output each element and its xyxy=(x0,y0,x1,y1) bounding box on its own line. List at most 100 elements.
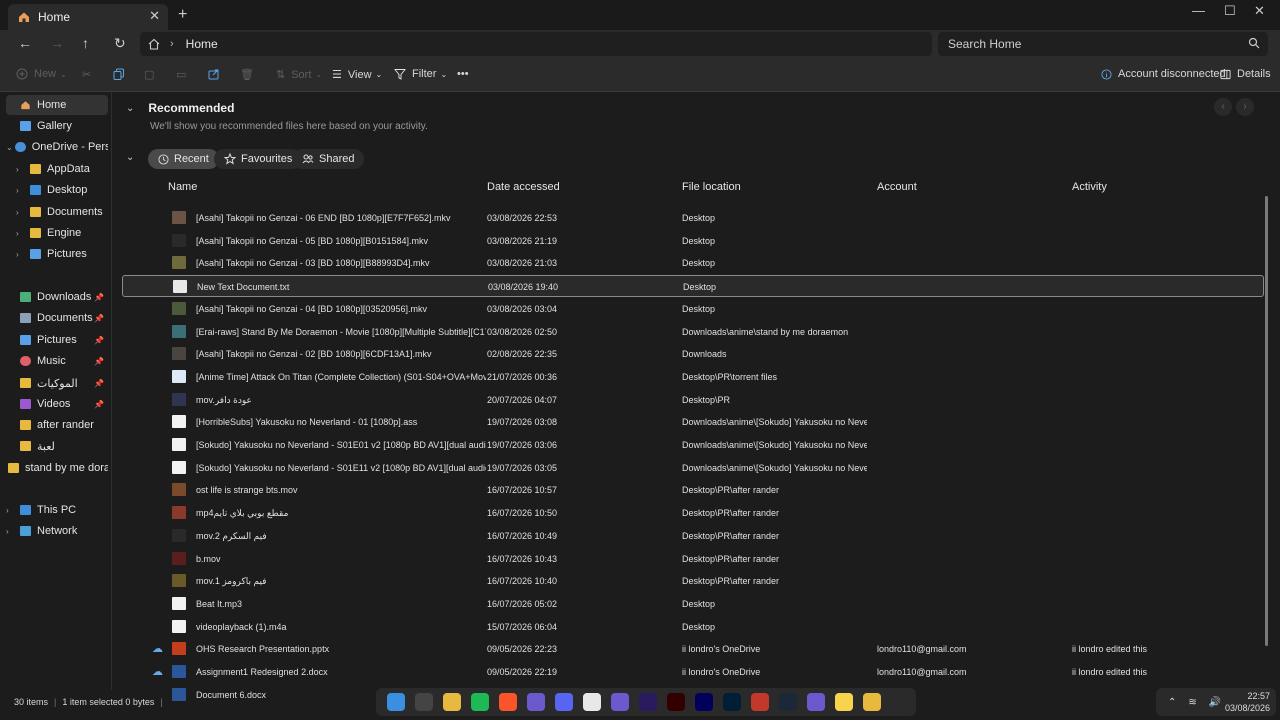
sidebar-item-documents[interactable]: › Documents xyxy=(16,202,111,222)
sidebar-item-downloads[interactable]: Downloads 📌 xyxy=(6,287,108,307)
sidebar-item-network[interactable]: › Network xyxy=(6,521,108,541)
app-icon[interactable] xyxy=(611,693,629,711)
minimize-button[interactable]: — xyxy=(1192,3,1205,18)
chevron-right-icon[interactable]: › xyxy=(16,250,28,259)
chevron-right-icon[interactable]: › xyxy=(16,165,28,174)
refresh-button[interactable]: ↻ xyxy=(114,35,126,52)
file-row[interactable]: mov.1 فيم باكرومز 16/07/2026 10:40 Desktop… xyxy=(122,570,1264,592)
file-row[interactable]: [Asahi] Takopii no Genzai - 03 [BD 1080p… xyxy=(122,252,1264,274)
file-row[interactable]: [Asahi] Takopii no Genzai - 06 END [BD 1… xyxy=(122,207,1264,229)
back-button[interactable]: ← xyxy=(18,35,32,51)
file-row[interactable]: [Asahi] Takopii no Genzai - 02 [BD 1080p… xyxy=(122,343,1264,365)
up-button[interactable]: ↑ xyxy=(82,35,89,51)
column-header-name[interactable]: Name xyxy=(168,181,197,193)
app-icon[interactable] xyxy=(527,693,545,711)
discord-icon[interactable] xyxy=(555,693,573,711)
tab-shared[interactable]: Shared xyxy=(292,149,365,169)
sidebar-item-pictures[interactable]: › Pictures xyxy=(16,244,111,264)
more-options-button[interactable]: ••• xyxy=(457,68,469,80)
column-header-account[interactable]: Account xyxy=(877,181,917,193)
spotify-icon[interactable] xyxy=(471,693,489,711)
chevron-right-icon[interactable]: › xyxy=(16,208,28,217)
sidebar-item-this-pc[interactable]: › This PC xyxy=(6,500,108,520)
new-tab-button[interactable]: + xyxy=(178,6,187,24)
details-button[interactable]: Details xyxy=(1220,68,1271,80)
search-box[interactable] xyxy=(938,32,1268,56)
filter-button[interactable]: Filter ⌄ xyxy=(394,68,447,80)
next-page-button[interactable]: › xyxy=(1236,98,1254,116)
file-row[interactable]: ☁ OHS Research Presentation.pptx 09/05/202… xyxy=(122,638,1264,660)
tab-home[interactable]: Home ✕ xyxy=(8,4,168,30)
app-icon[interactable] xyxy=(807,693,825,711)
tab-close-button[interactable]: ✕ xyxy=(149,8,160,24)
sidebar-item-home[interactable]: Home xyxy=(6,95,108,115)
voicemeeter-icon[interactable] xyxy=(751,693,769,711)
tab-recent[interactable]: Recent xyxy=(148,149,219,169)
file-row[interactable]: ☁ Assignment1 Redesigned 2.docx 09/05/2026… xyxy=(122,661,1264,683)
previous-page-button[interactable]: ‹ xyxy=(1214,98,1232,116)
search-icon[interactable] xyxy=(415,693,433,711)
chevron-down-icon[interactable]: ⌄ xyxy=(126,152,134,163)
column-header-activity[interactable]: Activity xyxy=(1072,181,1107,193)
sidebar-item-folder-2[interactable]: لعبة xyxy=(6,436,108,456)
sidebar-item-music[interactable]: Music 📌 xyxy=(6,351,108,371)
chevron-up-icon[interactable]: ⌃ xyxy=(1168,697,1176,708)
quick-access-collapse[interactable]: ⌄ xyxy=(126,152,148,163)
sidebar-item-folder-1[interactable]: الموكيات 📌 xyxy=(6,373,108,393)
file-row[interactable]: [Asahi] Takopii no Genzai - 05 [BD 1080p… xyxy=(122,230,1264,252)
file-row[interactable]: [Sokudo] Yakusoku no Neverland - S01E11 … xyxy=(122,457,1264,479)
chevron-right-icon[interactable]: › xyxy=(16,186,28,195)
premiere-icon[interactable] xyxy=(695,693,713,711)
file-row[interactable]: [Anime Time] Attack On Titan (Complete C… xyxy=(122,366,1264,388)
file-row[interactable]: mov.عودة دافر 20/07/2026 04:07 Desktop\PR xyxy=(122,389,1264,411)
vertical-scrollbar[interactable] xyxy=(1265,196,1268,646)
file-row[interactable]: [HorribleSubs] Yakusoku no Neverland - 0… xyxy=(122,411,1264,433)
rename-icon[interactable]: ▭ xyxy=(176,68,186,81)
search-icon[interactable] xyxy=(1248,37,1260,49)
share-icon[interactable] xyxy=(208,68,226,80)
wifi-icon[interactable]: ≋ xyxy=(1188,697,1196,708)
sidebar-item-appdata[interactable]: › AppData xyxy=(16,159,111,179)
breadcrumb[interactable]: Home xyxy=(186,37,218,51)
copy-icon[interactable] xyxy=(113,68,131,80)
tab-favourites[interactable]: Favourites xyxy=(214,149,303,169)
file-row[interactable]: [Sokudo] Yakusoku no Neverland - S01E01 … xyxy=(122,434,1264,456)
file-row[interactable]: [Erai-raws] Stand By Me Doraemon - Movie… xyxy=(122,321,1264,343)
file-row[interactable]: [Asahi] Takopii no Genzai - 04 [BD 1080p… xyxy=(122,298,1264,320)
account-status[interactable]: Account disconnected xyxy=(1101,68,1226,80)
sidebar-item-gallery[interactable]: Gallery xyxy=(6,116,108,136)
chevron-right-icon[interactable]: › xyxy=(6,506,18,515)
file-row[interactable]: New Text Document.txt 03/08/2026 19:40 Des… xyxy=(122,275,1264,298)
forward-button[interactable]: → xyxy=(50,35,64,51)
sidebar-item-desktop[interactable]: › Desktop xyxy=(16,180,111,200)
sticky-notes-icon[interactable] xyxy=(835,693,853,711)
file-row[interactable]: mov.2 فيم السكرم 16/07/2026 10:49 Desktop\… xyxy=(122,525,1264,547)
file-row[interactable]: ost life is strange bts.mov 16/07/2026 10… xyxy=(122,479,1264,501)
delete-icon[interactable]: 🗑 xyxy=(240,68,254,81)
close-window-button[interactable]: ✕ xyxy=(1254,3,1265,19)
steam-icon[interactable] xyxy=(779,693,797,711)
sidebar-item-onedrive[interactable]: ⌄ OneDrive - Persona xyxy=(6,137,108,157)
chevron-down-icon[interactable]: ⌄ xyxy=(126,103,134,114)
file-row[interactable]: videoplayback (1).m4a 15/07/2026 06:04 Des… xyxy=(122,616,1264,638)
recommended-header[interactable]: ⌄ Recommended xyxy=(126,101,234,115)
chevron-right-icon[interactable]: › xyxy=(16,229,28,238)
sort-button[interactable]: ⇅ Sort ⌄ xyxy=(276,68,322,82)
photoshop-icon[interactable] xyxy=(723,693,741,711)
new-button[interactable]: New ⌄ xyxy=(16,68,67,80)
address-bar[interactable]: › Home xyxy=(140,32,932,56)
notion-icon[interactable] xyxy=(583,693,601,711)
sidebar-item-videos[interactable]: Videos 📌 xyxy=(6,394,108,414)
file-explorer-icon[interactable] xyxy=(443,693,461,711)
file-row[interactable]: b.mov 16/07/2026 10:43 Desktop\PR\after ra… xyxy=(122,548,1264,570)
file-row[interactable]: Beat It.mp3 16/07/2026 05:02 Desktop xyxy=(122,593,1264,615)
column-header-date[interactable]: Date accessed xyxy=(487,181,560,193)
volume-icon[interactable]: 🔊 xyxy=(1209,697,1221,708)
cut-icon[interactable]: ✂ xyxy=(82,68,91,81)
start-icon[interactable] xyxy=(387,693,405,711)
paste-icon[interactable]: ▢ xyxy=(144,68,154,81)
maximize-button[interactable]: ☐ xyxy=(1224,3,1236,19)
file-explorer-icon[interactable] xyxy=(863,693,881,711)
sidebar-item-documents-quick[interactable]: Documents 📌 xyxy=(6,308,108,328)
clock[interactable]: 22:57 03/08/2026 xyxy=(1225,690,1270,714)
